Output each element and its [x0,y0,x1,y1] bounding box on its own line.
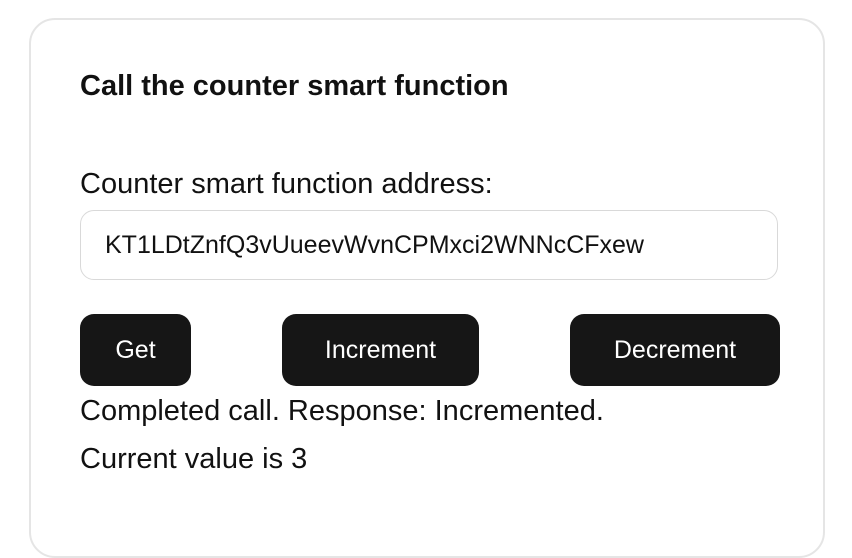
address-label: Counter smart function address: [80,168,493,200]
get-button[interactable]: Get [80,314,191,386]
current-value: Current value is 3 [80,443,308,475]
decrement-button[interactable]: Decrement [570,314,780,386]
card-title: Call the counter smart function [80,70,509,102]
address-input[interactable] [80,210,778,280]
response-status: Completed call. Response: Incremented. [80,395,604,427]
counter-card: Call the counter smart function Counter … [29,18,825,558]
increment-button[interactable]: Increment [282,314,479,386]
